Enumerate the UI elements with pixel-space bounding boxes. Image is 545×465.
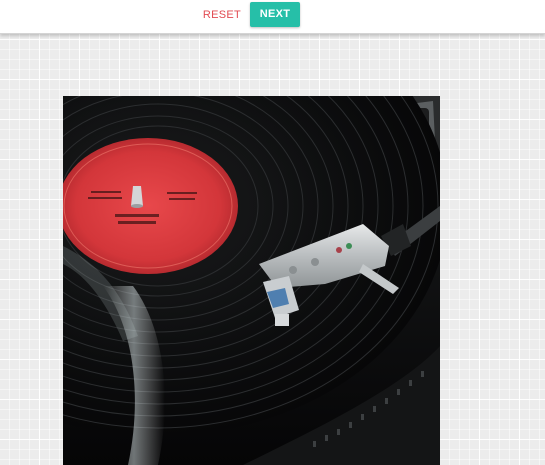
turntable-record-photo (63, 96, 440, 465)
next-button[interactable]: NEXT (250, 2, 300, 27)
reset-button[interactable]: RESET (199, 5, 245, 25)
top-toolbar: RESET NEXT (0, 0, 545, 34)
